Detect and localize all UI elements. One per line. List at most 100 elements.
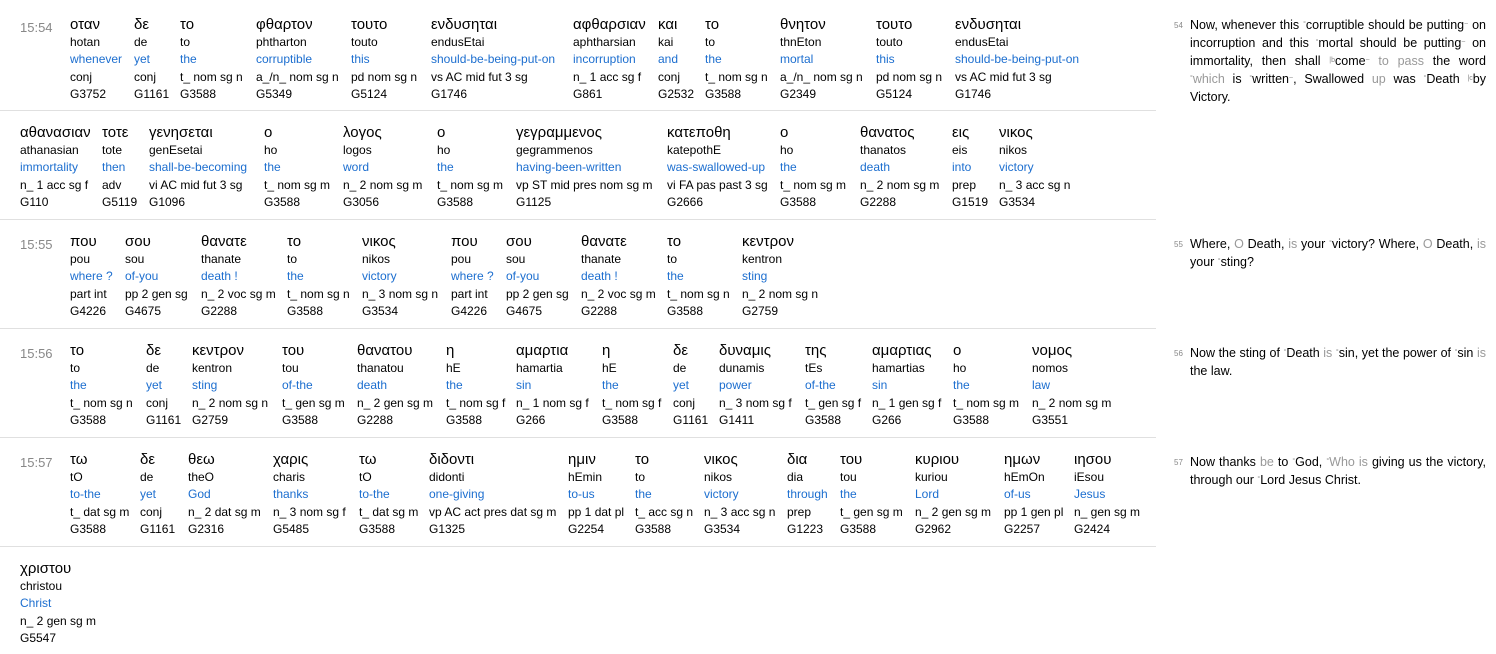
word-column[interactable]: φθαρτον phtharton corruptible a_/n_ nom sg … (256, 16, 339, 104)
word-column[interactable]: διδοντι didonti one-giving vp AC act pres d… (429, 451, 556, 539)
word-column[interactable]: νομος nomos law n_ 2 nom sg m G3551 (1032, 342, 1111, 430)
word-column[interactable]: θνητον thnEton mortal a_/n_ nom sg n G2349 (780, 16, 863, 104)
word-column[interactable]: ο ho the t_ nom sg m G3588 (953, 342, 1019, 430)
strongs-number[interactable]: G3056 (343, 194, 422, 212)
word-column[interactable]: αφθαρσιαν aphtharsian incorruption n_ 1 acc… (573, 16, 646, 104)
word-column[interactable]: ημων hEmOn of-us pp 1 gen pl G2257 (1004, 451, 1063, 539)
strongs-number[interactable]: G3551 (1032, 412, 1111, 430)
word-column[interactable]: θανατε thanate death ! n_ 2 voc sg m G2288 (201, 233, 276, 321)
strongs-number[interactable]: G1519 (952, 194, 988, 212)
strongs-number[interactable]: G4675 (506, 303, 569, 321)
strongs-number[interactable]: G2288 (357, 412, 433, 430)
strongs-number[interactable]: G3588 (287, 303, 350, 321)
strongs-number[interactable]: G3588 (70, 521, 129, 539)
strongs-number[interactable]: G3588 (667, 303, 730, 321)
strongs-number[interactable]: G1096 (149, 194, 247, 212)
strongs-number[interactable]: G1161 (140, 521, 175, 539)
strongs-number[interactable]: G110 (20, 194, 91, 212)
strongs-number[interactable]: G266 (516, 412, 589, 430)
word-column[interactable]: χαρις charis thanks n_ 3 nom sg f G5485 (273, 451, 346, 539)
strongs-number[interactable]: G2424 (1074, 521, 1140, 539)
word-column[interactable]: ημιν hEmin to-us pp 1 dat pl G2254 (568, 451, 624, 539)
strongs-number[interactable]: G2759 (192, 412, 268, 430)
strongs-number[interactable]: G3588 (953, 412, 1019, 430)
strongs-number[interactable]: G2288 (860, 194, 939, 212)
word-column[interactable]: νικος nikos victory n_ 3 nom sg n G3534 (362, 233, 438, 321)
strongs-number[interactable]: G1125 (516, 194, 653, 212)
strongs-number[interactable]: G3588 (780, 194, 846, 212)
word-column[interactable]: του tou of-the t_ gen sg m G3588 (282, 342, 345, 430)
strongs-number[interactable]: G3588 (282, 412, 345, 430)
strongs-number[interactable]: G5119 (102, 194, 137, 212)
strongs-number[interactable]: G2666 (667, 194, 768, 212)
word-column[interactable]: το to the t_ nom sg n G3588 (287, 233, 350, 321)
strongs-number[interactable]: G3534 (704, 521, 775, 539)
strongs-number[interactable]: G1161 (134, 86, 169, 104)
word-column[interactable]: ο ho the t_ nom sg m G3588 (780, 124, 846, 212)
word-column[interactable]: τοτε tote then adv G5119 (102, 124, 137, 212)
word-column[interactable]: γεγραμμενος gegrammenos having-been-writte… (516, 124, 653, 212)
strongs-number[interactable]: G4675 (125, 303, 188, 321)
strongs-number[interactable]: G3588 (805, 412, 861, 430)
strongs-number[interactable]: G1411 (719, 412, 792, 430)
word-column[interactable]: σου sou of-you pp 2 gen sg G4675 (506, 233, 569, 321)
word-column[interactable]: θανατου thanatou death n_ 2 gen sg m G2288 (357, 342, 433, 430)
strongs-number[interactable]: G5349 (256, 86, 339, 104)
strongs-number[interactable]: G3588 (840, 521, 903, 539)
strongs-number[interactable]: G3588 (264, 194, 330, 212)
word-column[interactable]: δυναμις dunamis power n_ 3 nom sg f G1411 (719, 342, 792, 430)
strongs-number[interactable]: G1746 (431, 86, 555, 104)
strongs-number[interactable]: G3588 (70, 412, 133, 430)
word-column[interactable]: κυριου kuriou Lord n_ 2 gen sg m G2962 (915, 451, 991, 539)
word-column[interactable]: ενδυσηται endusEtai should-be-being-put-on… (955, 16, 1079, 104)
word-column[interactable]: της tEs of-the t_ gen sg f G3588 (805, 342, 861, 430)
word-column[interactable]: αμαρτιας hamartias sin n_ 1 gen sg f G266 (872, 342, 941, 430)
strongs-number[interactable]: G1223 (787, 521, 828, 539)
word-column[interactable]: το to the t_ nom sg n G3588 (70, 342, 133, 430)
word-column[interactable]: θεω theO God n_ 2 dat sg m G2316 (188, 451, 261, 539)
word-column[interactable]: σου sou of-you pp 2 gen sg G4675 (125, 233, 188, 321)
word-column[interactable]: που pou where ? part int G4226 (70, 233, 113, 321)
strongs-number[interactable]: G266 (872, 412, 941, 430)
strongs-number[interactable]: G3534 (999, 194, 1070, 212)
strongs-number[interactable]: G3752 (70, 86, 122, 104)
strongs-number[interactable]: G5547 (20, 630, 96, 648)
word-column[interactable]: το to the t_ nom sg n G3588 (180, 16, 243, 104)
strongs-number[interactable]: G5485 (273, 521, 346, 539)
strongs-number[interactable]: G2349 (780, 86, 863, 104)
strongs-number[interactable]: G3588 (180, 86, 243, 104)
word-column[interactable]: δε de yet conj G1161 (140, 451, 175, 539)
word-column[interactable]: αθανασιαν athanasian immortality n_ 1 acc s… (20, 124, 91, 212)
strongs-number[interactable]: G4226 (451, 303, 494, 321)
word-column[interactable]: νικος nikos victory n_ 3 acc sg n G3534 (999, 124, 1070, 212)
strongs-number[interactable]: G2288 (201, 303, 276, 321)
word-column[interactable]: δε de yet conj G1161 (146, 342, 181, 430)
word-column[interactable]: το to the t_ nom sg n G3588 (705, 16, 768, 104)
strongs-number[interactable]: G1325 (429, 521, 556, 539)
strongs-number[interactable]: G5124 (351, 86, 417, 104)
strongs-number[interactable]: G1746 (955, 86, 1079, 104)
word-column[interactable]: το to the t_ acc sg n G3588 (635, 451, 693, 539)
word-column[interactable]: ο ho the t_ nom sg m G3588 (264, 124, 330, 212)
word-column[interactable]: η hE the t_ nom sg f G3588 (602, 342, 661, 430)
word-column[interactable]: δε de yet conj G1161 (673, 342, 708, 430)
strongs-number[interactable]: G1161 (673, 412, 708, 430)
strongs-number[interactable]: G2288 (581, 303, 656, 321)
strongs-number[interactable]: G4226 (70, 303, 113, 321)
word-column[interactable]: κατεποθη katepothE was-swallowed-up vi FA p… (667, 124, 768, 212)
strongs-number[interactable]: G861 (573, 86, 646, 104)
strongs-number[interactable]: G5124 (876, 86, 942, 104)
word-column[interactable]: δια dia through prep G1223 (787, 451, 828, 539)
word-column[interactable]: τω tO to-the t_ dat sg m G3588 (70, 451, 129, 539)
strongs-number[interactable]: G3588 (446, 412, 505, 430)
word-column[interactable]: οταν hotan whenever conj G3752 (70, 16, 122, 104)
strongs-number[interactable]: G2532 (658, 86, 694, 104)
word-column[interactable]: τω tO to-the t_ dat sg m G3588 (359, 451, 418, 539)
word-column[interactable]: το to the t_ nom sg n G3588 (667, 233, 730, 321)
word-column[interactable]: κεντρον kentron sting n_ 2 nom sg n G2759 (192, 342, 268, 430)
strongs-number[interactable]: G2254 (568, 521, 624, 539)
strongs-number[interactable]: G3588 (359, 521, 418, 539)
word-column[interactable]: θανατος thanatos death n_ 2 nom sg m G2288 (860, 124, 939, 212)
strongs-number[interactable]: G3534 (362, 303, 438, 321)
word-column[interactable]: που pou where ? part int G4226 (451, 233, 494, 321)
